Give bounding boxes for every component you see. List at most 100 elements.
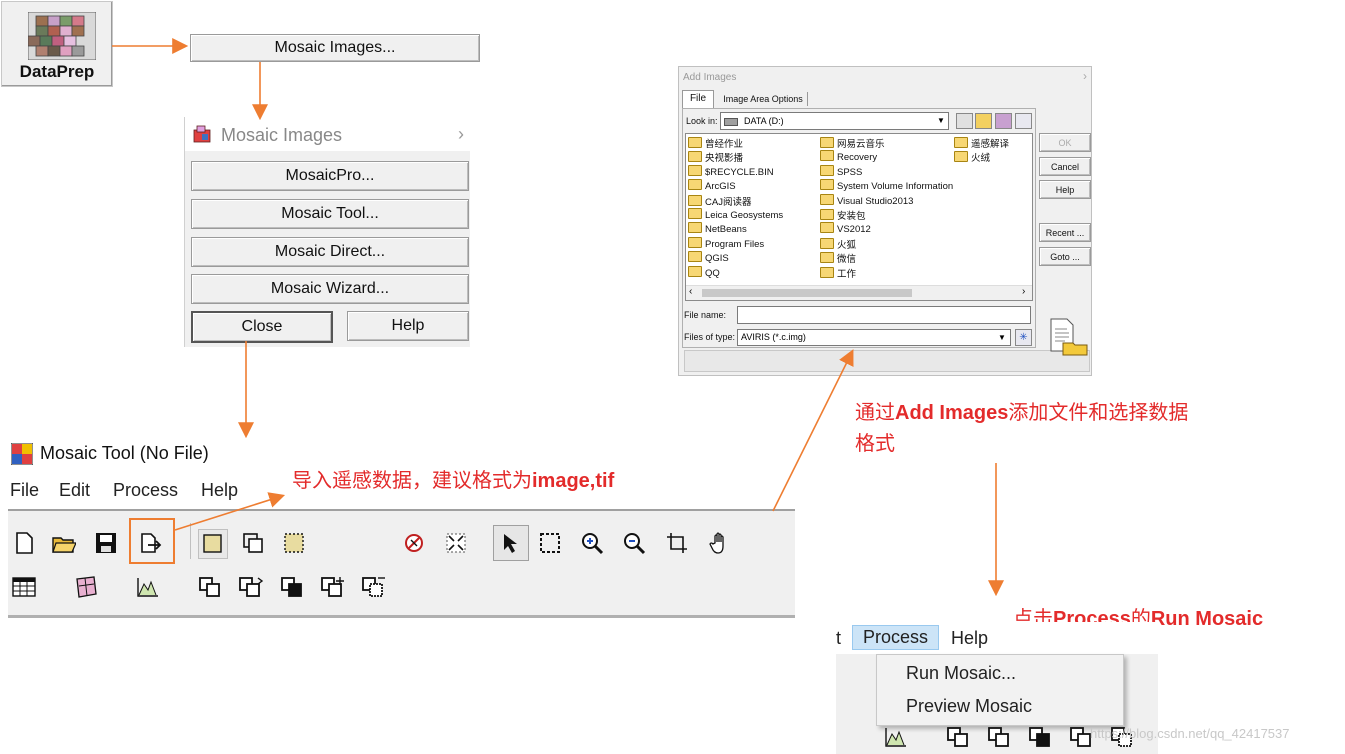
scale-to-fit-icon[interactable] [442,529,470,557]
file-list-item[interactable]: 央视影播 [688,150,743,164]
ok-button[interactable]: OK [1039,133,1091,152]
select-pointer-icon[interactable] [493,525,529,561]
table-icon[interactable] [10,573,38,601]
file-list-item[interactable]: $RECYCLE.BIN [688,164,774,178]
file-list[interactable]: 曾经作业 央视影播 $RECYCLE.BIN ArcGIS CAJ阅读器 Leica Ge… [685,133,1033,301]
save-icon[interactable] [92,529,120,557]
add-icon[interactable] [1015,113,1032,129]
file-list-item[interactable]: Recovery [820,150,877,163]
look-in-select[interactable]: DATA (D:) ▼ [720,112,949,130]
close-button[interactable]: Close [191,311,333,343]
run-mosaic-menu-item[interactable]: Run Mosaic... [906,663,1016,684]
file-list-item[interactable]: NetBeans [688,222,747,235]
file-list-item[interactable]: 火绒 [954,150,990,164]
folder-icon [688,194,702,206]
layer-op-2-icon[interactable] [237,573,265,601]
reset-canvas-icon[interactable] [400,529,428,557]
file-list-item[interactable]: Visual Studio2013 [820,193,913,207]
file-list-item[interactable]: 曾经作业 [688,136,743,150]
dashed-area-icon[interactable] [280,529,308,557]
menu-process-active[interactable]: Process [852,625,940,650]
layer-op-1-icon[interactable] [196,573,224,601]
file-list-item[interactable]: 微信 [820,251,856,265]
box-select-icon[interactable] [536,529,564,557]
file-list-item[interactable]: 安装包 [820,208,866,222]
folder-icon [820,237,834,249]
file-list-item[interactable]: 火狐 [820,237,856,251]
file-list-item-label: SPSS [837,166,863,178]
mosaicpro-button[interactable]: MosaicPro... [191,161,469,191]
file-list-item[interactable]: QQ [688,265,720,279]
menu-process[interactable]: Process [113,480,178,501]
histogram-icon[interactable] [134,573,162,601]
file-list-item[interactable]: Leica Geosystems [688,208,783,221]
goto-button[interactable]: Goto ... [1039,247,1091,266]
file-list-item[interactable]: CAJ阅读器 [688,194,751,208]
folder-icon [820,222,834,234]
open-folder-icon[interactable] [50,529,78,557]
file-list-item-label: Recovery [837,152,878,164]
dialog-title: Mosaic Images [221,125,343,145]
menu-file[interactable]: File [10,480,39,501]
mosaic-wizard-button[interactable]: Mosaic Wizard... [191,274,469,304]
file-list-item[interactable]: 网易云音乐 [820,136,885,150]
layer-op-3-icon[interactable] [278,573,306,601]
image-area-icon[interactable] [198,529,228,559]
folder-icon [954,137,968,148]
file-list-item[interactable]: ArcGIS [688,179,736,192]
cancel-button[interactable]: Cancel [1039,157,1091,176]
tab-file[interactable]: File [682,90,714,109]
help-button[interactable]: Help [347,311,469,341]
horizontal-scrollbar[interactable]: ‹ › [686,285,1032,300]
help-button[interactable]: Help [1039,180,1091,199]
chevron-down-icon[interactable]: ▼ [998,330,1006,345]
chevron-down-icon[interactable]: ▼ [937,113,945,129]
filter-options-icon[interactable]: ✳ [1015,329,1032,346]
zoom-out-icon[interactable] [620,529,648,557]
menu-help[interactable]: Help [201,480,238,501]
files-of-type-select[interactable]: AVIRIS (*.c.img) ▼ [737,329,1011,346]
tab-image-area-options[interactable]: Image Area Options [719,92,808,106]
preview-mosaic-menu-item[interactable]: Preview Mosaic [906,696,1032,717]
file-list-item[interactable]: QGIS [688,251,729,264]
mosaic-images-button[interactable]: Mosaic Images... [190,34,480,62]
up-folder-icon[interactable] [956,113,973,129]
file-list-item[interactable]: 遥感解译 [954,136,1009,150]
scroll-left-icon[interactable]: ‹ [689,286,692,297]
mosaic-tool-app-icon [11,443,33,465]
menu-edit-fragment[interactable]: t [836,628,841,649]
file-list-item[interactable]: 工作 [820,266,856,280]
file-list-item[interactable]: Program Files [688,236,764,250]
menu-help[interactable]: Help [951,628,988,649]
close-chevron-icon[interactable]: › [458,124,464,145]
file-list-item[interactable]: VS2012 [820,222,871,235]
zoom-in-icon[interactable] [578,529,606,557]
template-area-icon[interactable] [239,529,267,557]
histogram-icon [885,728,906,747]
mosaic-tool-button[interactable]: Mosaic Tool... [191,199,469,229]
file-name-input[interactable] [737,306,1031,324]
files-of-type-value: AVIRIS (*.c.img) [741,332,806,342]
mosaic-direct-button[interactable]: Mosaic Direct... [191,237,469,267]
scroll-right-icon[interactable]: › [1022,286,1025,297]
file-list-item[interactable]: System Volume Information [820,179,953,192]
network-icon[interactable] [995,113,1012,129]
file-list-item-label: Leica Geosystems [705,210,784,221]
menu-edit[interactable]: Edit [59,480,90,501]
scrollbar-thumb[interactable] [702,289,912,297]
layer-op-5-icon[interactable] [360,573,388,601]
new-file-icon[interactable] [10,529,38,557]
dataprep-icon-button[interactable]: DataPrep [1,1,113,87]
image-list-icon[interactable] [72,573,100,601]
recent-button[interactable]: Recent ... [1039,223,1091,242]
file-list-item[interactable]: SPSS [820,164,863,178]
drive-icon [724,118,738,126]
annotation-line: 通过Add Images添加文件和选择数据 [855,397,1285,428]
file-list-item-label: 火绒 [971,153,991,165]
new-folder-icon[interactable] [975,113,992,129]
close-chevron-icon[interactable]: › [1083,69,1087,83]
folder-icon [688,251,702,263]
layer-op-4-icon[interactable] [319,573,347,601]
crop-icon[interactable] [663,529,691,557]
pan-hand-icon[interactable] [706,529,734,557]
